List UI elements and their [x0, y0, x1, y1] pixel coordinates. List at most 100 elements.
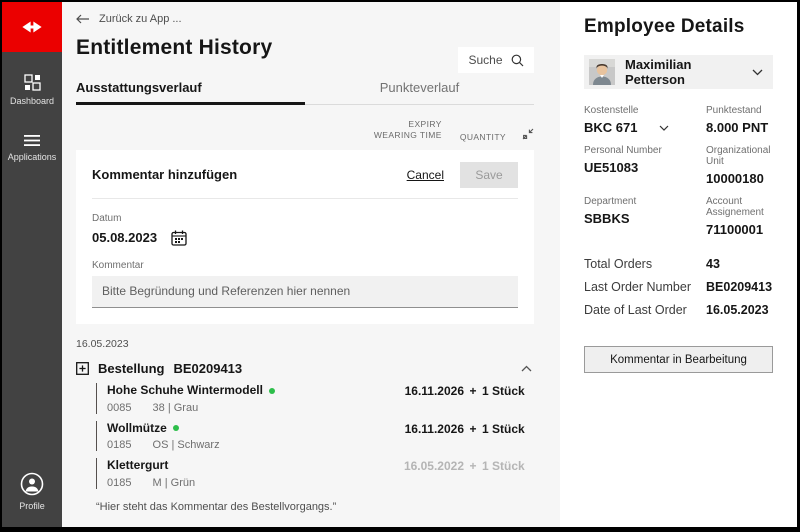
item-variant: OS | Schwarz	[153, 439, 220, 451]
tab-punkteverlauf[interactable]: Punkteverlauf	[305, 80, 534, 105]
field-value: UE51083	[584, 160, 638, 175]
collapse-all-button[interactable]	[522, 128, 534, 140]
applications-menu-icon	[23, 134, 41, 147]
search-icon	[511, 54, 524, 67]
chevron-down-icon	[659, 125, 669, 131]
item-name: Hohe Schuhe Wintermodell	[107, 383, 263, 399]
field-punktestand: Punktestand 8.000 PNT	[706, 105, 773, 135]
profile-icon	[20, 472, 44, 496]
order-comment-quote: “Hier steht das Kommentar des Bestellvor…	[96, 501, 534, 513]
sidebar-item-label: Profile	[19, 501, 45, 511]
order-item-row[interactable]: Hohe Schuhe Wintermodell 0085 38 | Grau …	[96, 383, 534, 414]
column-expiry-wearing-time: EXPIRY WEARING TIME	[374, 119, 442, 142]
quantity-value: 1 Stück	[482, 384, 525, 398]
employee-details-title: Employee Details	[584, 16, 773, 38]
item-quantity: + 1 Stück	[464, 459, 534, 473]
calendar-button[interactable]	[171, 230, 187, 246]
item-quantity: + 1 Stück	[464, 384, 534, 398]
field-label: Personal Number	[584, 145, 706, 156]
summary-row-last-order-number: Last Order Number BE0209413	[584, 280, 773, 294]
sidebar-item-profile[interactable]: Profile	[2, 466, 62, 517]
field-kostenstelle: Kostenstelle BKC 671	[584, 105, 706, 135]
employee-selector[interactable]: Maximilian Petterson	[584, 55, 773, 89]
order-label: Bestellung	[98, 361, 164, 376]
collapse-icon	[522, 128, 534, 140]
active-status-dot	[173, 425, 179, 431]
item-info: Klettergurt 0185 M | Grün	[107, 458, 386, 489]
summary-value: 43	[706, 257, 773, 271]
field-personal-number: Personal Number UE51083	[584, 145, 706, 186]
summary-label: Last Order Number	[584, 280, 706, 294]
sbb-logo[interactable]	[2, 2, 62, 52]
search-button[interactable]: Suche	[458, 47, 534, 73]
field-value: SBBKS	[584, 211, 630, 226]
field-label: Kostenstelle	[584, 105, 706, 116]
item-variant: M | Grün	[153, 477, 196, 489]
date-field-value[interactable]: 05.08.2023	[92, 230, 157, 245]
save-button[interactable]: Save	[460, 162, 518, 188]
order-group-header[interactable]: Bestellung BE0209413	[76, 361, 534, 376]
quantity-sign: +	[464, 384, 482, 398]
item-variant: 38 | Grau	[153, 402, 199, 414]
kostenstelle-dropdown[interactable]	[659, 125, 669, 131]
cancel-button[interactable]: Cancel	[407, 168, 444, 182]
quantity-sign: +	[464, 459, 482, 473]
item-info: Hohe Schuhe Wintermodell 0085 38 | Grau	[107, 383, 386, 414]
summary-row-total-orders: Total Orders 43	[584, 257, 773, 271]
sbb-double-arrow-icon	[21, 21, 43, 33]
item-name: Wollmütze	[107, 421, 167, 437]
back-link-label: Zurück zu App ...	[99, 13, 182, 25]
item-code: 0085	[107, 402, 131, 414]
summary-label: Total Orders	[584, 257, 706, 271]
field-value: 10000180	[706, 171, 764, 186]
chevron-up-icon	[521, 365, 532, 372]
sidebar: Dashboard Applications Profile	[2, 2, 62, 527]
item-expiry-date: 16.05.2022	[386, 459, 464, 473]
order-item-row[interactable]: Klettergurt 0185 M | Grün 16.05.2022 + 1…	[96, 458, 534, 489]
summary-label: Date of Last Order	[584, 303, 706, 317]
search-label: Suche	[468, 53, 502, 67]
field-value: 71100001	[706, 222, 763, 237]
calendar-icon	[171, 230, 187, 246]
dashboard-grid-icon	[24, 74, 41, 91]
summary-value: 16.05.2023	[706, 303, 773, 317]
order-item-row[interactable]: Wollmütze 0185 OS | Schwarz 16.11.2026 +…	[96, 421, 534, 452]
plus-square-icon	[76, 362, 89, 375]
item-quantity: + 1 Stück	[464, 422, 534, 436]
expand-order-button[interactable]	[76, 362, 89, 375]
item-expiry-date: 16.11.2026	[386, 422, 464, 436]
sidebar-item-applications[interactable]: Applications	[2, 128, 62, 168]
back-link[interactable]: Zurück zu App ...	[76, 13, 182, 25]
kommentar-in-bearbeitung-button[interactable]: Kommentar in Bearbeitung	[584, 346, 773, 373]
add-comment-header: Kommentar hinzufügen Cancel Save	[92, 162, 518, 199]
screen-frame: Dashboard Applications Profile	[0, 0, 800, 532]
column-quantity-label: QUANTITY	[460, 132, 506, 142]
item-expiry-date: 16.11.2026	[386, 384, 464, 398]
quantity-value: 1 Stück	[482, 459, 525, 473]
field-value: 8.000 PNT	[706, 120, 768, 135]
field-organizational-unit: Organizational Unit 10000180	[706, 145, 773, 186]
sidebar-item-dashboard[interactable]: Dashboard	[2, 68, 62, 112]
item-info: Wollmütze 0185 OS | Schwarz	[107, 421, 386, 452]
employee-fields: Kostenstelle BKC 671 Punktestand 8.000 P…	[584, 105, 773, 247]
tab-bar: Ausstattungsverlauf Punkteverlauf	[76, 80, 534, 105]
column-expiry-label: EXPIRY	[374, 119, 442, 130]
sidebar-item-label: Dashboard	[10, 96, 54, 106]
collapse-order-button[interactable]	[521, 365, 532, 372]
order-number: BE0209413	[173, 361, 521, 376]
tab-ausstattungsverlauf[interactable]: Ausstattungsverlauf	[76, 80, 305, 105]
item-code: 0185	[107, 477, 131, 489]
history-date: 16.05.2023	[76, 338, 534, 350]
summary-row-date-of-last-order: Date of Last Order 16.05.2023	[584, 303, 773, 317]
quantity-value: 1 Stück	[482, 422, 525, 436]
field-label: Account Assignement	[706, 196, 773, 218]
quantity-sign: +	[464, 422, 482, 436]
field-department: Department SBBKS	[584, 196, 706, 237]
main-content: Zurück zu App ... Entitlement History Su…	[62, 2, 560, 527]
add-comment-card: Kommentar hinzufügen Cancel Save Datum 0…	[76, 150, 534, 324]
comment-input[interactable]	[92, 276, 518, 308]
list-column-header: EXPIRY WEARING TIME QUANTITY	[76, 119, 534, 142]
chevron-down-icon	[752, 69, 763, 76]
add-comment-title: Kommentar hinzufügen	[92, 167, 407, 182]
back-arrow-icon	[76, 14, 89, 24]
